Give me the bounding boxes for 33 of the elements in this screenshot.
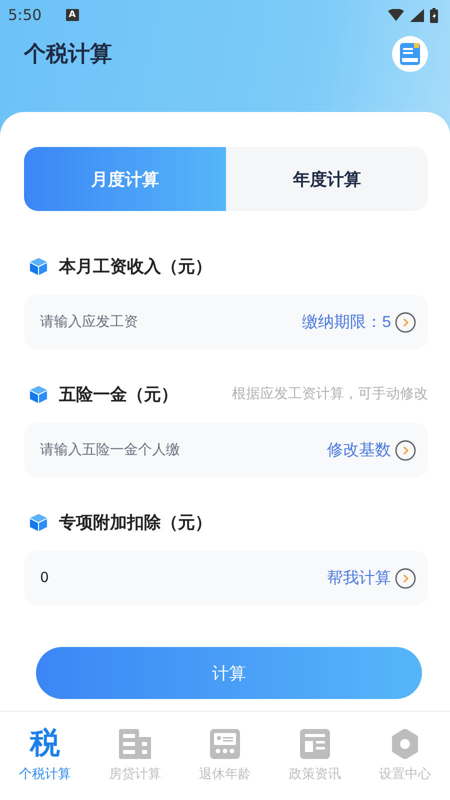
chevron-right-icon <box>395 440 416 460</box>
cube-icon <box>30 258 47 274</box>
amount-input[interactable]: 请输入五险一金个人缴 <box>38 441 323 459</box>
section-title: 本月工资收入（元） <box>59 256 212 278</box>
newspaper-icon <box>300 729 330 759</box>
mode-tab[interactable]: 年度计算 <box>226 147 428 211</box>
battery-icon <box>430 8 438 22</box>
notebook-icon <box>400 43 420 65</box>
field-action-link[interactable]: 帮我计算 <box>327 568 391 588</box>
signal-icon <box>410 8 424 22</box>
field-action-link[interactable]: 修改基数 <box>327 440 391 460</box>
calculate-button[interactable]: 计算 <box>36 647 422 699</box>
settings-icon <box>390 729 420 759</box>
cube-icon <box>30 514 47 530</box>
wifi-icon <box>388 9 404 21</box>
tax-glyph-icon: 税 <box>30 729 60 759</box>
nav-tab[interactable]: 税 个税计算 <box>0 712 90 800</box>
building-icon <box>119 729 151 759</box>
keyboard-badge: A <box>66 9 79 21</box>
field-action-link[interactable]: 缴纳期限：5 <box>302 312 391 332</box>
amount-input[interactable]: 0 <box>38 569 323 587</box>
chevron-right-icon <box>395 568 416 588</box>
cube-icon <box>30 386 47 402</box>
page-title: 个税计算 <box>24 41 112 69</box>
section-title: 五险一金（元） <box>59 384 178 406</box>
status-time: 5:50 <box>8 6 42 24</box>
notebook-button[interactable] <box>392 36 428 72</box>
id-card-icon <box>210 729 240 759</box>
section-hint: 根据应发工资计算，可手动修改 <box>232 385 428 403</box>
amount-input[interactable]: 请输入应发工资 <box>38 313 298 331</box>
chevron-right-icon <box>395 312 416 332</box>
mode-tab[interactable]: 月度计算 <box>24 147 226 211</box>
section-title: 专项附加扣除（元） <box>59 512 212 534</box>
